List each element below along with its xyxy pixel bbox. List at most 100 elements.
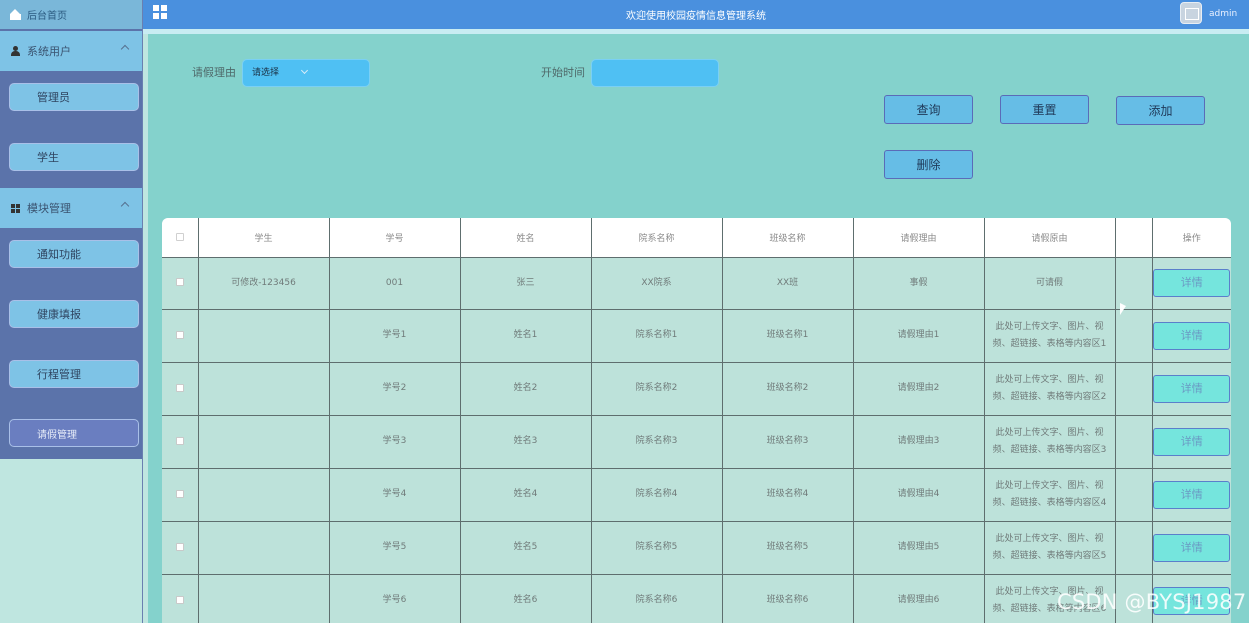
sidebar-group-module-management[interactable]: 模块管理 <box>0 188 142 228</box>
cell-leave-cause: 此处可上传文字、图片、视频、超链接、表格等内容区2 <box>984 362 1116 416</box>
detail-button[interactable]: 详情 <box>1153 480 1231 509</box>
watermark: CSDN @BYSJ1987 <box>1057 590 1247 614</box>
user-icon <box>11 46 20 56</box>
top-bar: 欢迎使用校园疫情信息管理系统 admin <box>143 0 1249 29</box>
sidebar-group-label: 模块管理 <box>27 202 71 215</box>
row-select-cell <box>162 415 199 469</box>
select-all-cell <box>162 218 199 258</box>
cell-name: 姓名2 <box>460 362 592 416</box>
table-row: 学号3 姓名3 院系名称3 班级名称3 请假理由3 此处可上传文字、图片、视频、超链接、表… <box>162 415 1231 469</box>
cell-student <box>198 415 330 469</box>
cell-empty <box>1115 309 1153 363</box>
table-header-row: 学生 学号 姓名 院系名称 班级名称 请假理由 请假原由 操作 <box>162 218 1231 258</box>
row-checkbox[interactable] <box>175 542 184 551</box>
detail-button[interactable]: 详情 <box>1153 374 1231 403</box>
detail-button[interactable]: 详情 <box>1153 269 1231 297</box>
mouse-cursor <box>1120 303 1126 315</box>
sidebar-group-label: 系统用户 <box>27 45 71 58</box>
cell-leave-cause: 此处可上传文字、图片、视频、超链接、表格等内容区5 <box>984 521 1116 575</box>
sidebar-group-system-users[interactable]: 系统用户 <box>0 31 142 71</box>
start-time-input[interactable] <box>591 59 719 87</box>
cell-leave-cause: 此处可上传文字、图片、视频、超链接、表格等内容区3 <box>984 415 1116 469</box>
cell-leave-reason: 事假 <box>853 257 985 310</box>
sidebar-item-notification[interactable]: 通知功能 <box>9 240 139 268</box>
sidebar-home-link[interactable]: 后台首页 <box>0 0 142 29</box>
detail-button[interactable]: 详情 <box>1153 427 1231 456</box>
cell-leave-reason: 请假理由4 <box>853 468 985 522</box>
sidebar-item-health-report[interactable]: 健康填报 <box>9 300 139 328</box>
detail-button[interactable]: 详情 <box>1153 321 1231 350</box>
sidebar-menu: 系统用户 管理员 学生 模块管理 通知功能 健康填报 行程管理 请假管理 <box>0 29 142 459</box>
column-header: 操作 <box>1152 218 1231 258</box>
select-all-checkbox[interactable] <box>175 232 184 241</box>
detail-button[interactable]: 详情 <box>1153 533 1231 562</box>
cell-leave-cause: 此处可上传文字、图片、视频、超链接、表格等内容区4 <box>984 468 1116 522</box>
cell-student-id: 学号6 <box>329 574 461 623</box>
sidebar-item-leave[interactable]: 请假管理 <box>9 419 139 447</box>
cell-class: 班级名称5 <box>722 521 854 575</box>
chevron-up-icon <box>120 44 130 54</box>
cell-class: 班级名称6 <box>722 574 854 623</box>
row-checkbox[interactable] <box>175 489 184 498</box>
row-checkbox[interactable] <box>175 436 184 445</box>
cell-name: 姓名6 <box>460 574 592 623</box>
home-icon <box>10 8 21 20</box>
column-header: 学号 <box>329 218 461 258</box>
column-header: 班级名称 <box>722 218 854 258</box>
sidebar: 后台首页 系统用户 管理员 学生 模块管理 通知功能 健康填报 行程管理 请假管… <box>0 0 143 623</box>
reason-select[interactable]: 请选择 <box>242 59 370 87</box>
row-checkbox[interactable] <box>175 383 184 392</box>
cell-actions: 详情 <box>1152 468 1231 522</box>
cell-student-id: 学号2 <box>329 362 461 416</box>
reason-label: 请假理由 <box>192 66 236 79</box>
cell-student-id: 学号4 <box>329 468 461 522</box>
row-select-cell <box>162 574 199 623</box>
cell-department: 院系名称2 <box>591 362 723 416</box>
sidebar-item-student[interactable]: 学生 <box>9 143 139 171</box>
cell-student <box>198 574 330 623</box>
cell-empty <box>1115 415 1153 469</box>
row-checkbox[interactable] <box>175 330 184 339</box>
cell-name: 姓名1 <box>460 309 592 363</box>
chevron-up-icon <box>120 201 130 211</box>
table-row: 可修改-123456 001 张三 XX院系 XX班 事假 可请假 详情 <box>162 257 1231 310</box>
avatar[interactable] <box>1180 2 1202 24</box>
main-content: 请假理由 请选择 开始时间 查询 重置 添加 删除 学生 学号 姓名 院系名称 … <box>148 34 1249 623</box>
row-select-cell <box>162 362 199 416</box>
cell-name: 张三 <box>460 257 592 310</box>
cell-department: XX院系 <box>591 257 723 310</box>
row-select-cell <box>162 521 199 575</box>
cell-student <box>198 309 330 363</box>
sidebar-home-label: 后台首页 <box>27 11 67 22</box>
cell-leave-cause: 可请假 <box>984 257 1116 310</box>
row-checkbox[interactable] <box>175 595 184 604</box>
row-checkbox[interactable] <box>175 278 184 286</box>
cell-leave-reason: 请假理由6 <box>853 574 985 623</box>
cell-empty <box>1115 257 1153 310</box>
cell-empty <box>1115 468 1153 522</box>
sidebar-item-itinerary[interactable]: 行程管理 <box>9 360 139 388</box>
cell-actions: 详情 <box>1152 415 1231 469</box>
leave-table: 学生 学号 姓名 院系名称 班级名称 请假理由 请假原由 操作 可修改-1234… <box>162 218 1231 623</box>
cell-student-id: 001 <box>329 257 461 310</box>
cell-department: 院系名称1 <box>591 309 723 363</box>
cell-actions: 详情 <box>1152 521 1231 575</box>
cell-class: 班级名称1 <box>722 309 854 363</box>
user-name[interactable]: admin <box>1209 9 1237 19</box>
query-button[interactable]: 查询 <box>884 95 973 124</box>
delete-button[interactable]: 删除 <box>884 150 973 179</box>
reset-button[interactable]: 重置 <box>1000 95 1089 124</box>
add-button[interactable]: 添加 <box>1116 96 1205 125</box>
cell-department: 院系名称6 <box>591 574 723 623</box>
column-header: 学生 <box>198 218 330 258</box>
cell-class: 班级名称4 <box>722 468 854 522</box>
cell-class: 班级名称3 <box>722 415 854 469</box>
row-select-cell <box>162 309 199 363</box>
sidebar-item-admin[interactable]: 管理员 <box>9 83 139 111</box>
column-header: 院系名称 <box>591 218 723 258</box>
cell-class: XX班 <box>722 257 854 310</box>
cell-leave-reason: 请假理由1 <box>853 309 985 363</box>
column-header: 姓名 <box>460 218 592 258</box>
column-header <box>1115 218 1153 258</box>
app-title: 欢迎使用校园疫情信息管理系统 <box>626 11 766 22</box>
